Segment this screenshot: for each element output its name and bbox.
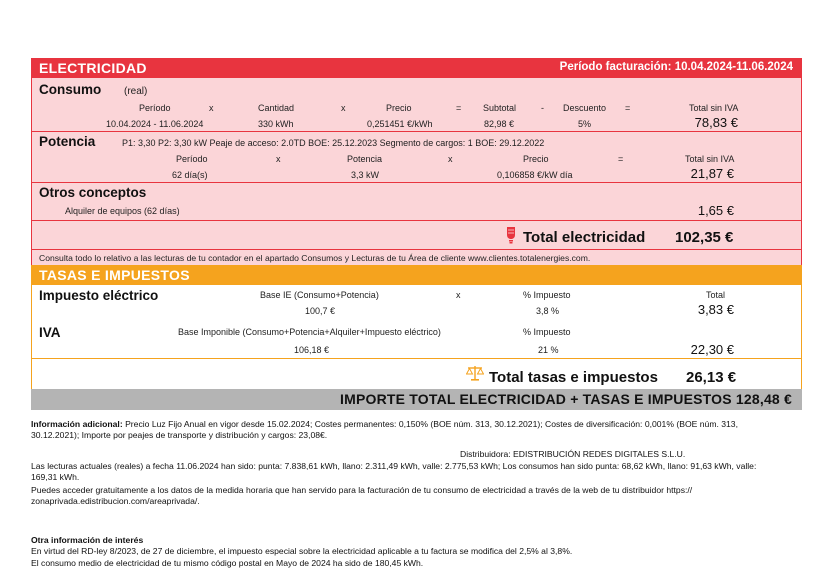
consumption-header-total: Total sin IVA <box>689 103 739 113</box>
distributor: Distribuidora: EDISTRIBUCIÓN REDES DIGIT… <box>460 449 686 459</box>
consumption-header-x1: x <box>209 103 214 113</box>
readings-line2: 169,31 kWh. <box>31 472 80 482</box>
grand-total-bar: IMPORTE TOTAL ELECTRICIDAD + TASAS E IMP… <box>31 389 802 410</box>
billing-period: Período facturación: 10.04.2024-11.06.20… <box>559 61 793 73</box>
consumption-header-price: Precio <box>386 103 412 113</box>
consumption-type: (real) <box>124 86 148 97</box>
electric-tax-total: 3,83 € <box>697 302 734 317</box>
electricity-title: ELECTRICIDAD <box>39 60 147 76</box>
other-item: Alquiler de equipos (62 días) <box>65 206 180 216</box>
readings-line1: Las lecturas actuales (reales) a fecha 1… <box>31 461 757 471</box>
iva-base-label: Base Imponible (Consumo+Potencia+Alquile… <box>178 327 441 337</box>
consumption-header-x2: x <box>341 103 346 113</box>
consumption-header-eq2: = <box>625 103 631 113</box>
consumption-quantity: 330 kWh <box>258 119 294 129</box>
additional-info-label: Información adicional: <box>31 419 123 429</box>
electric-tax-x: x <box>456 290 461 300</box>
divider <box>31 131 802 132</box>
power-period: 62 día(s) <box>172 170 208 180</box>
other-title: Otros conceptos <box>39 185 147 200</box>
electric-tax-title: Impuesto eléctrico <box>39 288 159 303</box>
consumption-header-quantity: Cantidad <box>258 103 295 113</box>
divider <box>31 249 802 250</box>
power-total: 21,87 € <box>690 166 734 181</box>
consumption-header-eq1: = <box>456 103 462 113</box>
iva-pct: 21 % <box>538 345 559 355</box>
power-title: Potencia <box>39 134 96 149</box>
power-header-power: Potencia <box>347 154 383 164</box>
divider <box>31 182 802 183</box>
consumption-period: 10.04.2024 - 11.06.2024 <box>106 119 204 129</box>
consumption-header-subtotal: Subtotal <box>483 103 517 113</box>
iva-base: 106,18 € <box>294 345 330 355</box>
taxes-title: TASAS E IMPUESTOS <box>39 267 190 283</box>
hourly-line2: zonaprivada.edistribucion.com/areaprivad… <box>31 496 200 506</box>
electricity-total-label: Total electricidad <box>523 229 646 246</box>
lightbulb-icon <box>507 227 515 244</box>
divider <box>31 220 802 221</box>
consumption-title: Consumo <box>39 82 102 97</box>
taxes-total-label: Total tasas e impuestos <box>489 369 658 386</box>
consumption-header-minus: - <box>541 103 544 113</box>
additional-info-line1: Precio Luz Fijo Anual en vigor desde 15.… <box>125 419 738 429</box>
iva-title: IVA <box>39 325 61 340</box>
power-header-eq: = <box>618 154 624 164</box>
power-header-x1: x <box>276 154 281 164</box>
hourly-line1: Puedes acceder gratuitamente a los datos… <box>31 485 693 495</box>
electric-tax-pct: 3,8 % <box>536 306 560 316</box>
interest-line1: En virtud del RD-ley 8/2023, de 27 de di… <box>31 546 573 556</box>
additional-info: Información adicional: Precio Luz Fijo A… <box>31 419 802 430</box>
consumption-discount: 5% <box>578 119 592 129</box>
readings-note: Consulta todo lo relativo a las lecturas… <box>39 253 591 263</box>
electric-tax-pct-label: % Impuesto <box>523 290 571 300</box>
power-value: 3,3 kW <box>351 170 380 180</box>
iva-pct-label: % Impuesto <box>523 327 571 337</box>
grand-total: IMPORTE TOTAL ELECTRICIDAD + TASAS E IMP… <box>340 391 792 407</box>
interest-title: Otra información de interés <box>31 535 144 545</box>
taxes-header: TASAS E IMPUESTOS <box>31 265 802 285</box>
consumption-price: 0,251451 €/kWh <box>367 119 433 129</box>
power-header-total: Total sin IVA <box>685 154 735 164</box>
consumption-subtotal: 82,98 € <box>484 119 515 129</box>
consumption-header-period: Período <box>139 103 171 113</box>
taxes-total-value: 26,13 € <box>686 369 737 386</box>
electricity-total-value: 102,35 € <box>675 229 734 246</box>
power-header-period: Período <box>176 154 208 164</box>
power-details: P1: 3,30 P2: 3,30 kW Peaje de acceso: 2.… <box>122 138 545 148</box>
consumption-header-discount: Descuento <box>563 103 607 113</box>
consumption-total: 78,83 € <box>694 115 738 130</box>
interest-line2: El consumo medio de electricidad de tu m… <box>31 558 424 568</box>
electric-tax-base-label: Base IE (Consumo+Potencia) <box>260 290 379 300</box>
power-header-x2: x <box>448 154 453 164</box>
electric-tax-total-label: Total <box>706 290 726 300</box>
power-price: 0,106858 €/kW día <box>497 170 573 180</box>
additional-info-line2: 30.12.2021); Importe por peajes de trans… <box>31 430 328 440</box>
other-total: 1,65 € <box>697 203 734 218</box>
power-header-price: Precio <box>523 154 549 164</box>
electric-tax-base: 100,7 € <box>305 306 336 316</box>
scale-icon <box>466 366 484 381</box>
iva-total: 22,30 € <box>690 342 734 357</box>
electricity-header: ELECTRICIDAD Período facturación: 10.04.… <box>31 58 802 78</box>
divider <box>31 358 802 359</box>
